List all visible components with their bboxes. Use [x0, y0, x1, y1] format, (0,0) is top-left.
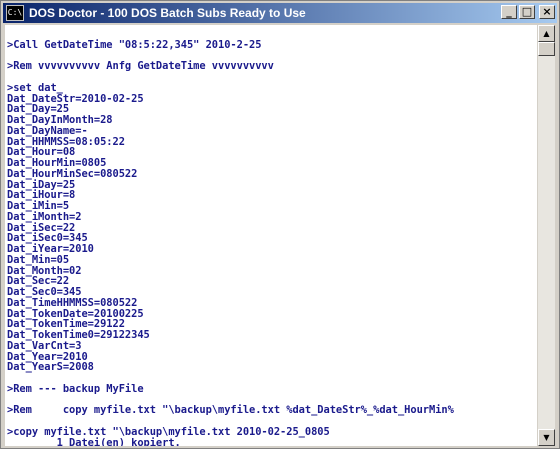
console-line: >Call GetDateTime "08:5:22,345" 2010-2-2…: [7, 38, 262, 51]
close-button[interactable]: ×: [539, 5, 555, 19]
console-line: >Rem --- backup MyFile: [7, 382, 144, 395]
window-title: DOS Doctor - 100 DOS Batch Subs Ready to…: [29, 6, 306, 20]
console-line: Dat_iMonth=2: [7, 210, 82, 223]
console-app-icon[interactable]: C:\: [6, 5, 24, 21]
console-line: >Rem vvvvvvvvvv Anfg GetDateTime vvvvvvv…: [7, 60, 274, 73]
console-line: >Rem copy myfile.txt "\backup\myfile.txt…: [7, 404, 454, 417]
console-line: Dat_Month=02: [7, 264, 82, 277]
console-window: C:\ DOS Doctor - 100 DOS Batch Subs Read…: [0, 0, 560, 449]
vertical-scrollbar[interactable]: ▲ ▼: [538, 25, 555, 446]
console-line: 1 Datei(en) kopiert.: [7, 436, 181, 446]
window-controls: _ □ ×: [501, 5, 555, 19]
maximize-button[interactable]: □: [519, 5, 535, 19]
console-line: Dat_iHour=8: [7, 189, 76, 202]
console-lines: >Call GetDateTime "08:5:22,345" 2010-2-2…: [5, 25, 537, 446]
console-line: Dat_TokenTime0=29122345: [7, 329, 150, 341]
scroll-thumb[interactable]: [538, 42, 555, 56]
console-line: Dat_TimeHHMMSS=080522: [7, 296, 138, 309]
title-bar[interactable]: C:\ DOS Doctor - 100 DOS Batch Subs Read…: [3, 3, 557, 23]
console-line: Dat_DateStr=2010-02-25: [7, 92, 144, 105]
console-output[interactable]: >Call GetDateTime "08:5:22,345" 2010-2-2…: [5, 25, 537, 446]
minimize-button[interactable]: _: [501, 5, 517, 19]
console-line: Dat_iMin=5: [7, 200, 70, 212]
console-line: Dat_iYear=2010: [7, 243, 94, 255]
console-line: Dat_HHMMSS=08:05:22: [7, 135, 125, 148]
console-line: Dat_DayName=-: [7, 124, 88, 137]
scroll-up-button[interactable]: ▲: [538, 25, 555, 42]
console-line: Dat_iDay=25: [7, 178, 76, 191]
console-line: Dat_YearS=2008: [7, 361, 94, 374]
scroll-down-button[interactable]: ▼: [538, 429, 555, 446]
console-line: >set dat_: [7, 81, 63, 94]
console-line: >copy myfile.txt "\backup\myfile.txt 201…: [7, 425, 330, 438]
console-line: Dat_VarCnt=3: [7, 339, 82, 352]
console-line: Dat_Min=05: [7, 253, 70, 266]
console-line: Dat_Sec=22: [7, 275, 70, 288]
console-line: Dat_HourMinSec=080522: [7, 167, 138, 180]
